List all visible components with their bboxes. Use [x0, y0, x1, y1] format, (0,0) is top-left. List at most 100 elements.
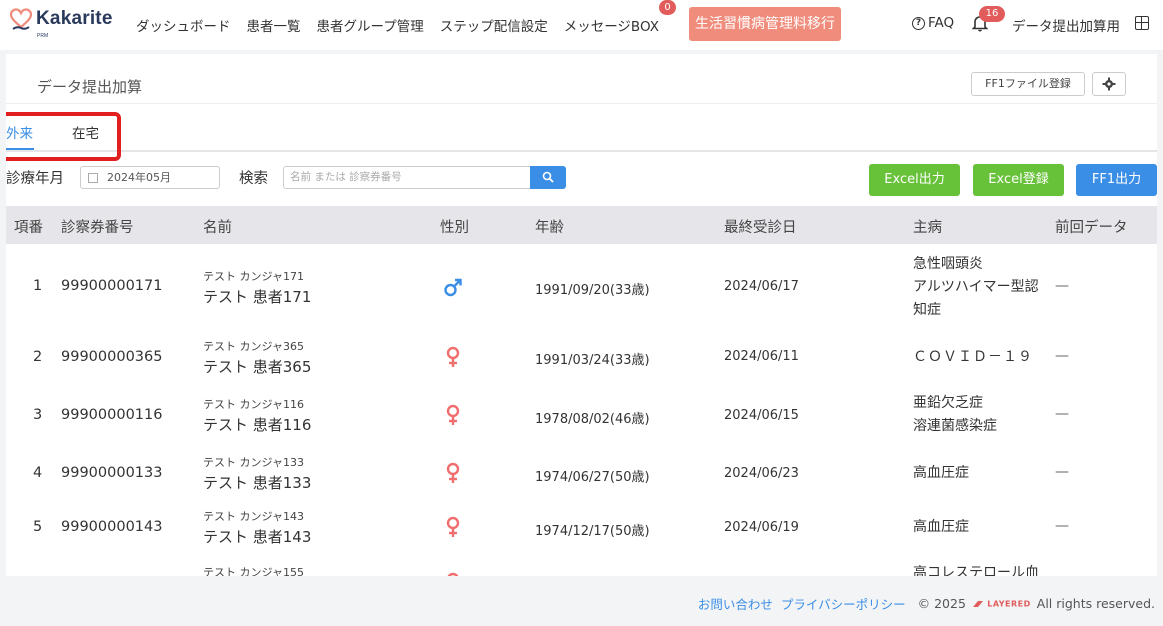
- birth-age: 1974/06/27(50歳): [535, 470, 650, 485]
- main-nav: ダッシュボード 患者一覧 患者グループ管理 ステップ配信設定 メッセージBOX: [136, 15, 675, 35]
- col-name[interactable]: 名前: [203, 216, 232, 237]
- disease-line: ＣＯＶＩＤ－１９: [913, 349, 1033, 365]
- col-gender[interactable]: 性別: [440, 216, 469, 237]
- search-icon: [542, 171, 554, 183]
- ff1-file-register-button[interactable]: FF1ファイル登録: [971, 72, 1085, 96]
- col-previous-data[interactable]: 前回データ: [1055, 216, 1128, 237]
- last-visit-date: 2024/06/11: [724, 349, 799, 364]
- last-visit-date: 2024/06/19: [724, 520, 799, 535]
- previous-data: —: [1055, 406, 1069, 422]
- patient-kana: テスト カンジャ143: [203, 510, 304, 523]
- row-number: 5: [33, 519, 43, 535]
- patient-kana: テスト カンジャ171: [203, 270, 304, 283]
- patient-name[interactable]: テスト 患者143: [203, 526, 311, 547]
- nav-step-delivery[interactable]: ステップ配信設定: [440, 15, 548, 35]
- patient-kana: テスト カンジャ155: [203, 566, 304, 576]
- tabs-divider: [6, 150, 1157, 152]
- disease-line: 高血圧症: [913, 519, 969, 535]
- disease-line: 知症: [913, 302, 941, 318]
- last-visit-date: 2024/06/15: [724, 408, 799, 423]
- last-visit-date: 2024/06/23: [724, 466, 799, 481]
- search-label: 検索: [239, 171, 268, 187]
- contact-link[interactable]: お問い合わせ: [698, 594, 773, 613]
- card-number: 99900000365: [61, 349, 163, 365]
- birth-age: 1978/08/02(46歳): [535, 412, 650, 427]
- excel-export-button[interactable]: Excel出力: [869, 164, 960, 196]
- table-header: 項番 診察券番号 名前 性別 年齢 最終受診日 主病 前回データ: [6, 206, 1157, 244]
- row-number: 3: [33, 407, 43, 423]
- layered-logo-text: LAYERED: [987, 599, 1031, 608]
- layered-mark-icon: [972, 600, 983, 607]
- ff1-export-button[interactable]: FF1出力: [1076, 164, 1157, 196]
- nav-patient-list[interactable]: 患者一覧: [247, 15, 301, 35]
- message-count-badge: 0: [659, 0, 676, 15]
- female-icon: [446, 516, 460, 537]
- user-menu[interactable]: データ提出加算用: [1012, 15, 1120, 35]
- grid-menu-icon[interactable]: [1135, 16, 1149, 30]
- search-input[interactable]: 名前 または 診察券番号: [283, 166, 531, 189]
- page-title: データ提出加算: [37, 78, 143, 96]
- brand-name: Kakarite: [36, 8, 113, 29]
- lifestyle-management-button[interactable]: 生活習慣病管理料移行: [689, 7, 841, 41]
- disease-line: 急性咽頭炎: [913, 256, 983, 272]
- table-row[interactable]: 1 99900000171 テスト カンジャ171 テスト 患者171 1991…: [6, 244, 1157, 334]
- question-circle-icon: ?: [912, 16, 925, 30]
- col-main-disease[interactable]: 主病: [913, 216, 942, 237]
- excel-import-button[interactable]: Excel登録: [973, 164, 1064, 196]
- row-number: 1: [33, 278, 43, 294]
- patient-name[interactable]: テスト 患者116: [203, 414, 311, 435]
- nav-dashboard[interactable]: ダッシュボード: [136, 15, 231, 35]
- patient-name[interactable]: テスト 患者133: [203, 472, 311, 493]
- female-icon: [446, 346, 460, 367]
- table-row[interactable]: 3 99900000116 テスト カンジャ116 テスト 患者116 1978…: [6, 390, 1157, 452]
- patient-name[interactable]: テスト 患者365: [203, 356, 311, 377]
- month-value: 2024年05月: [107, 171, 171, 184]
- col-card-number[interactable]: 診察券番号: [61, 216, 134, 237]
- patient-name[interactable]: テスト 患者171: [203, 286, 311, 307]
- birth-age: 1991/03/24(33歳): [535, 353, 650, 368]
- month-label: 診療年月: [6, 171, 64, 187]
- notification-count-badge: 16: [979, 6, 1005, 22]
- birth-age: 1991/09/20(33歳): [535, 283, 650, 298]
- female-icon: [446, 462, 460, 483]
- row-number: 4: [33, 465, 43, 481]
- disease-line: 亜鉛欠乏症: [913, 395, 983, 411]
- row-number: 2: [33, 349, 43, 365]
- faq-link[interactable]: ? FAQ: [912, 15, 954, 31]
- brand-sub: PRM: [37, 33, 49, 39]
- male-icon: [444, 278, 462, 297]
- disease-line: 溶連菌感染症: [913, 418, 997, 434]
- card-number: 99900000133: [61, 465, 163, 481]
- gear-icon: [1102, 77, 1116, 91]
- rights-text: All rights reserved.: [1036, 596, 1155, 611]
- table-row[interactable]: 5 99900000143 テスト カンジャ143 テスト 患者143 1974…: [6, 508, 1157, 564]
- table-row[interactable]: 2 99900000365 テスト カンジャ365 テスト 患者365 1991…: [6, 334, 1157, 390]
- table-row[interactable]: テスト カンジャ155 高コレステロール血: [6, 562, 1157, 576]
- layered-logo: LAYERED: [972, 599, 1031, 609]
- search-button[interactable]: [530, 166, 566, 189]
- footer-links: お問い合わせ プライバシーポリシー © 2025 LAYERED All rig…: [690, 594, 1155, 613]
- heart-logo-icon: [10, 8, 32, 30]
- nav-message-box[interactable]: メッセージBOX: [564, 15, 659, 35]
- col-age[interactable]: 年齢: [535, 216, 564, 237]
- content-area: データ提出加算 FF1ファイル登録 外来 在宅 診療年月 2024年05月 検索…: [0, 50, 1163, 576]
- privacy-policy-link[interactable]: プライバシーポリシー: [781, 594, 906, 613]
- settings-button[interactable]: [1092, 72, 1126, 96]
- female-icon: [446, 404, 460, 425]
- col-last-visit[interactable]: 最終受診日: [724, 216, 797, 237]
- table-row[interactable]: 4 99900000133 テスト カンジャ133 テスト 患者133 1974…: [6, 452, 1157, 508]
- footer: お問い合わせ プライバシーポリシー © 2025 LAYERED All rig…: [0, 576, 1163, 626]
- calendar-icon: [88, 173, 98, 183]
- month-picker[interactable]: 2024年05月: [80, 166, 220, 189]
- brand-logo[interactable]: Kakarite PRM: [10, 8, 113, 39]
- nav-patient-groups[interactable]: 患者グループ管理: [317, 15, 424, 35]
- previous-data: —: [1055, 464, 1069, 480]
- faq-label: FAQ: [928, 15, 955, 31]
- disease-line: アルツハイマー型認: [913, 279, 1039, 295]
- col-number[interactable]: 項番: [14, 216, 43, 237]
- title-divider: [6, 103, 1157, 104]
- patient-kana: テスト カンジャ116: [203, 398, 304, 411]
- disease-line: 高血圧症: [913, 465, 969, 481]
- disease-line: 高コレステロール血: [913, 565, 1039, 576]
- tabs-highlight-annotation: [6, 112, 121, 161]
